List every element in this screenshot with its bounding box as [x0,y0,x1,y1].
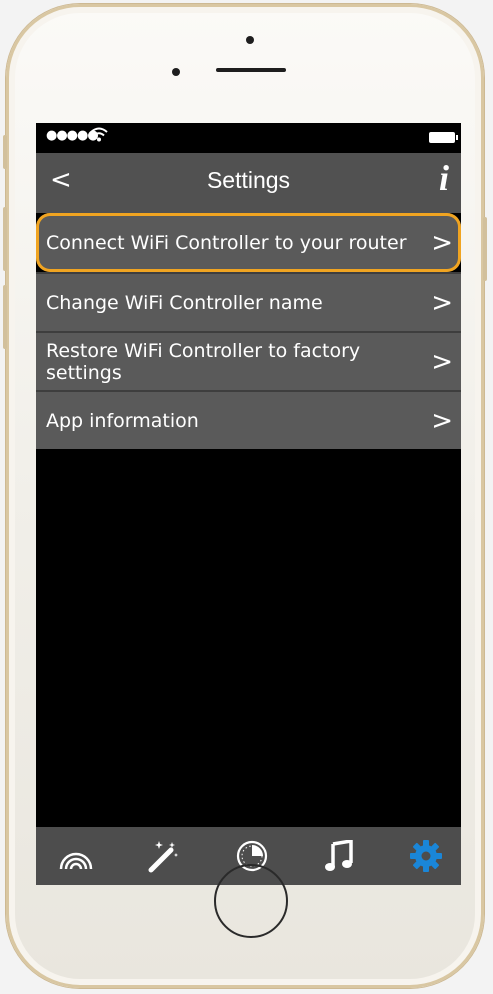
volume-up-button [3,207,7,271]
rainbow-icon [59,852,93,870]
chevron-right-icon: > [431,227,453,258]
phone-screen: ●●●●● < Settings i Connect WiFi Controll… [36,123,461,885]
gear-icon [410,840,442,872]
volume-down-button [3,285,7,349]
status-bar: ●●●●● [36,123,461,153]
menu-item-change-name[interactable]: Change WiFi Controller name > [36,272,461,331]
menu-item-label: Change WiFi Controller name [46,291,323,314]
page-title: Settings [206,167,291,193]
chevron-right-icon: > [431,405,453,436]
tab-settings[interactable] [406,836,446,876]
menu-item-label: App information [46,409,199,432]
menu-item-label: Restore WiFi Controller to factory setti… [46,339,361,384]
wifi-icon [90,127,108,142]
tab-rainbow[interactable] [56,836,96,876]
tab-music[interactable] [319,836,359,876]
music-note-icon [325,840,353,871]
chevron-right-icon: > [431,287,453,318]
magic-wand-icon [148,841,178,873]
tab-effects[interactable] [143,836,183,876]
navigation-bar: < Settings i [36,153,461,213]
earpiece-speaker [216,68,286,72]
battery-icon [429,132,458,143]
menu-item-connect-router[interactable]: Connect WiFi Controller to your router > [36,213,461,272]
power-button [483,217,487,281]
proximity-sensor-icon [172,68,180,76]
front-camera-icon [246,36,254,44]
menu-item-restore-factory[interactable]: Restore WiFi Controller to factory setti… [36,331,461,390]
info-button[interactable]: i [439,157,449,199]
mute-switch [3,135,7,169]
settings-menu: Connect WiFi Controller to your router >… [36,213,461,449]
home-button[interactable] [214,864,288,938]
menu-item-app-information[interactable]: App information > [36,390,461,449]
chevron-right-icon: > [431,346,453,377]
menu-item-label: Connect WiFi Controller to your router [46,231,407,254]
